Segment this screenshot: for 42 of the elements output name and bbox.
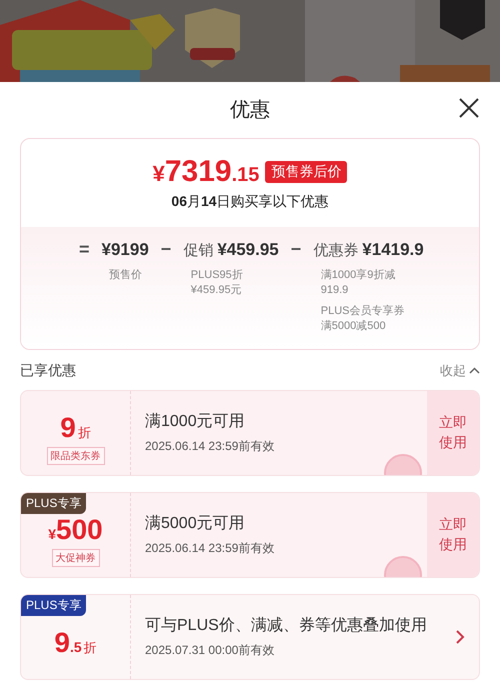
coupon-validity: 2025.06.14 23:59前有效 xyxy=(145,438,276,455)
coupon-tag: 大促神券 xyxy=(52,549,100,568)
collapse-toggle[interactable]: 收起 xyxy=(440,362,480,380)
coupon-card[interactable]: PLUS专享 9.5折 可与PLUS价、满减、券等优惠叠加使用 2025.07.31 00:00前有效 xyxy=(20,594,480,680)
coupon-card[interactable]: PLUS专享 ¥500 大促神券 满5000元可用 2025.06.14 23:59前有效 立即使用 xyxy=(20,492,480,578)
sheet-title: 优惠 xyxy=(230,98,270,122)
breakdown-amount: ¥1419.9 xyxy=(362,240,424,260)
use-now-button[interactable]: 立即使用 xyxy=(427,492,479,577)
coupon-validity: 2025.06.14 23:59前有效 xyxy=(145,540,276,557)
breakdown-label: 优惠券 xyxy=(313,241,358,260)
price-tag: 预售券后价 xyxy=(265,161,348,183)
plus-badge: PLUS专享 xyxy=(21,492,86,514)
coupon-value: 9.5折 xyxy=(54,626,97,659)
breakdown-note: 满5000减500 xyxy=(320,319,387,334)
operator-sign: = xyxy=(79,239,90,260)
coupon-validity: 2025.07.31 00:00前有效 xyxy=(145,642,276,659)
use-now-button[interactable]: 立即使用 xyxy=(427,390,479,475)
coupon-card[interactable]: 9 折 限品类东券 满1000元可用 2025.06.14 23:59前有效 立即使用 xyxy=(20,390,480,476)
operator-sign: − xyxy=(290,239,302,260)
breakdown-note: PLUS会员专享券 xyxy=(320,304,406,319)
coupon-tag: 限品类东券 xyxy=(46,447,104,466)
breakdown-note: ¥459.95元 xyxy=(190,283,243,298)
breakdown-amount: ¥459.95 xyxy=(217,240,279,260)
close-icon[interactable] xyxy=(458,97,480,119)
chevron-icon[interactable] xyxy=(455,630,465,644)
breakdown-note: 预售价 xyxy=(109,268,143,283)
purchase-date-note: 06月14日购买享以下优惠 xyxy=(171,193,329,211)
breakdown-note: 满1000享9折减 xyxy=(320,268,396,283)
caret-icon xyxy=(469,367,480,374)
operator-sign: − xyxy=(160,239,172,260)
breakdown-note: 919.9 xyxy=(320,283,350,298)
breakdown-note: PLUS95折 xyxy=(190,268,244,283)
coupon-condition: 满1000元可用 xyxy=(145,412,246,432)
plus-badge: PLUS专享 xyxy=(21,594,86,616)
coupon-value: ¥500 xyxy=(48,514,103,546)
coupon-condition: 满5000元可用 xyxy=(145,514,246,534)
coupon-value: 9 折 xyxy=(60,412,91,444)
coupon-condition: 可与PLUS价、满减、券等优惠叠加使用 xyxy=(145,616,428,636)
final-price: ¥7319.15 xyxy=(152,155,260,189)
section-title: 已享优惠 xyxy=(20,362,76,380)
breakdown-label: 促销 xyxy=(183,241,214,260)
breakdown-amount: ¥9199 xyxy=(102,240,149,260)
